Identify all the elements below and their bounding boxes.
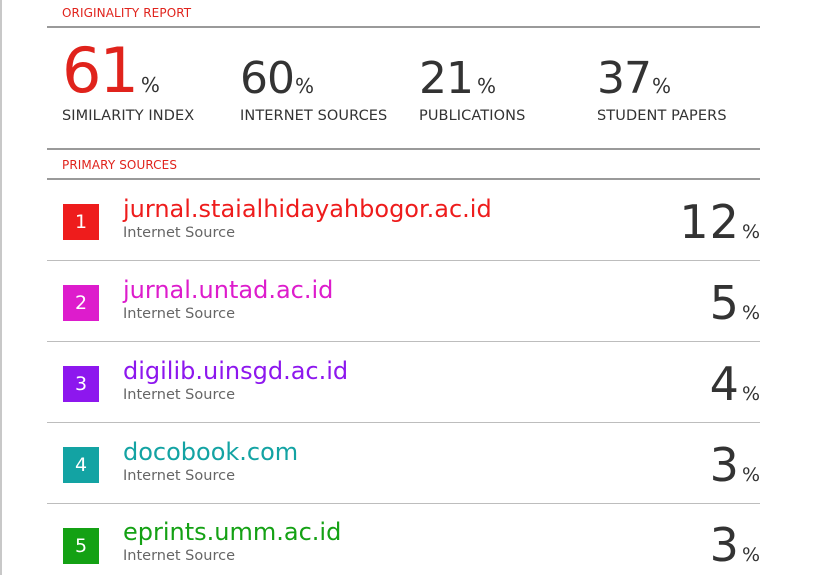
internet-sources-unit: % <box>295 74 315 98</box>
source-percent: 12% <box>679 194 760 250</box>
source-percent-value: 3 <box>709 518 740 572</box>
publications-value: 21 <box>419 53 474 104</box>
similarity-index-value: 61 <box>62 34 139 107</box>
source-percent-value: 3 <box>709 438 740 492</box>
primary-sources-title: PRIMARY SOURCES <box>62 158 178 172</box>
internet-sources-stat: 60% INTERNET SOURCES <box>240 52 387 124</box>
source-name[interactable]: docobook.com <box>123 437 298 467</box>
source-percent-unit: % <box>741 464 760 486</box>
source-row[interactable]: 3 digilib.uinsgd.ac.id Internet Source 4… <box>47 342 760 422</box>
source-percent-unit: % <box>741 544 760 566</box>
originality-report: ORIGINALITY REPORT 61% SIMILARITY INDEX … <box>0 0 817 575</box>
source-row[interactable]: 2 jurnal.untad.ac.id Internet Source 5% <box>47 261 760 341</box>
student-papers-stat: 37% STUDENT PAPERS <box>597 52 727 124</box>
primary-sources-top-divider <box>47 148 760 150</box>
source-rank-badge: 2 <box>63 285 99 321</box>
source-percent: 3% <box>710 517 760 573</box>
internet-sources-label: INTERNET SOURCES <box>240 108 388 124</box>
source-name[interactable]: eprints.umm.ac.id <box>123 517 341 547</box>
publications-unit: % <box>477 74 497 98</box>
publications-stat: 21% PUBLICATIONS <box>419 52 525 124</box>
source-name[interactable]: jurnal.staialhidayahbogor.ac.id <box>123 194 492 224</box>
source-name[interactable]: digilib.uinsgd.ac.id <box>123 356 348 386</box>
source-percent-value: 5 <box>709 276 740 330</box>
source-row[interactable]: 1 jurnal.staialhidayahbogor.ac.id Intern… <box>47 180 760 260</box>
source-percent-unit: % <box>741 221 760 243</box>
source-type: Internet Source <box>123 468 235 484</box>
originality-report-title: ORIGINALITY REPORT <box>62 6 192 20</box>
header-divider <box>47 26 760 28</box>
source-type: Internet Source <box>123 225 235 241</box>
source-type: Internet Source <box>123 306 235 322</box>
source-percent-value: 12 <box>679 195 740 249</box>
source-percent-unit: % <box>741 302 760 324</box>
source-percent-value: 4 <box>709 357 740 411</box>
source-rank-badge: 1 <box>63 204 99 240</box>
similarity-index-label: SIMILARITY INDEX <box>62 108 195 124</box>
similarity-index-unit: % <box>140 73 160 97</box>
student-papers-label: STUDENT PAPERS <box>597 108 727 124</box>
source-percent: 5% <box>710 275 760 331</box>
source-type: Internet Source <box>123 548 235 564</box>
source-percent-unit: % <box>741 383 760 405</box>
student-papers-value: 37 <box>597 53 652 104</box>
source-row[interactable]: 5 eprints.umm.ac.id Internet Source 3% <box>47 504 760 575</box>
internet-sources-value: 60 <box>240 53 295 104</box>
similarity-index-stat: 61% SIMILARITY INDEX <box>62 40 194 125</box>
source-percent: 3% <box>710 437 760 493</box>
publications-label: PUBLICATIONS <box>419 108 526 124</box>
source-percent: 4% <box>710 356 760 412</box>
source-name[interactable]: jurnal.untad.ac.id <box>123 275 333 305</box>
source-type: Internet Source <box>123 387 235 403</box>
source-rank-badge: 5 <box>63 528 99 564</box>
source-rank-badge: 3 <box>63 366 99 402</box>
source-rank-badge: 4 <box>63 447 99 483</box>
source-row[interactable]: 4 docobook.com Internet Source 3% <box>47 423 760 503</box>
student-papers-unit: % <box>652 74 672 98</box>
